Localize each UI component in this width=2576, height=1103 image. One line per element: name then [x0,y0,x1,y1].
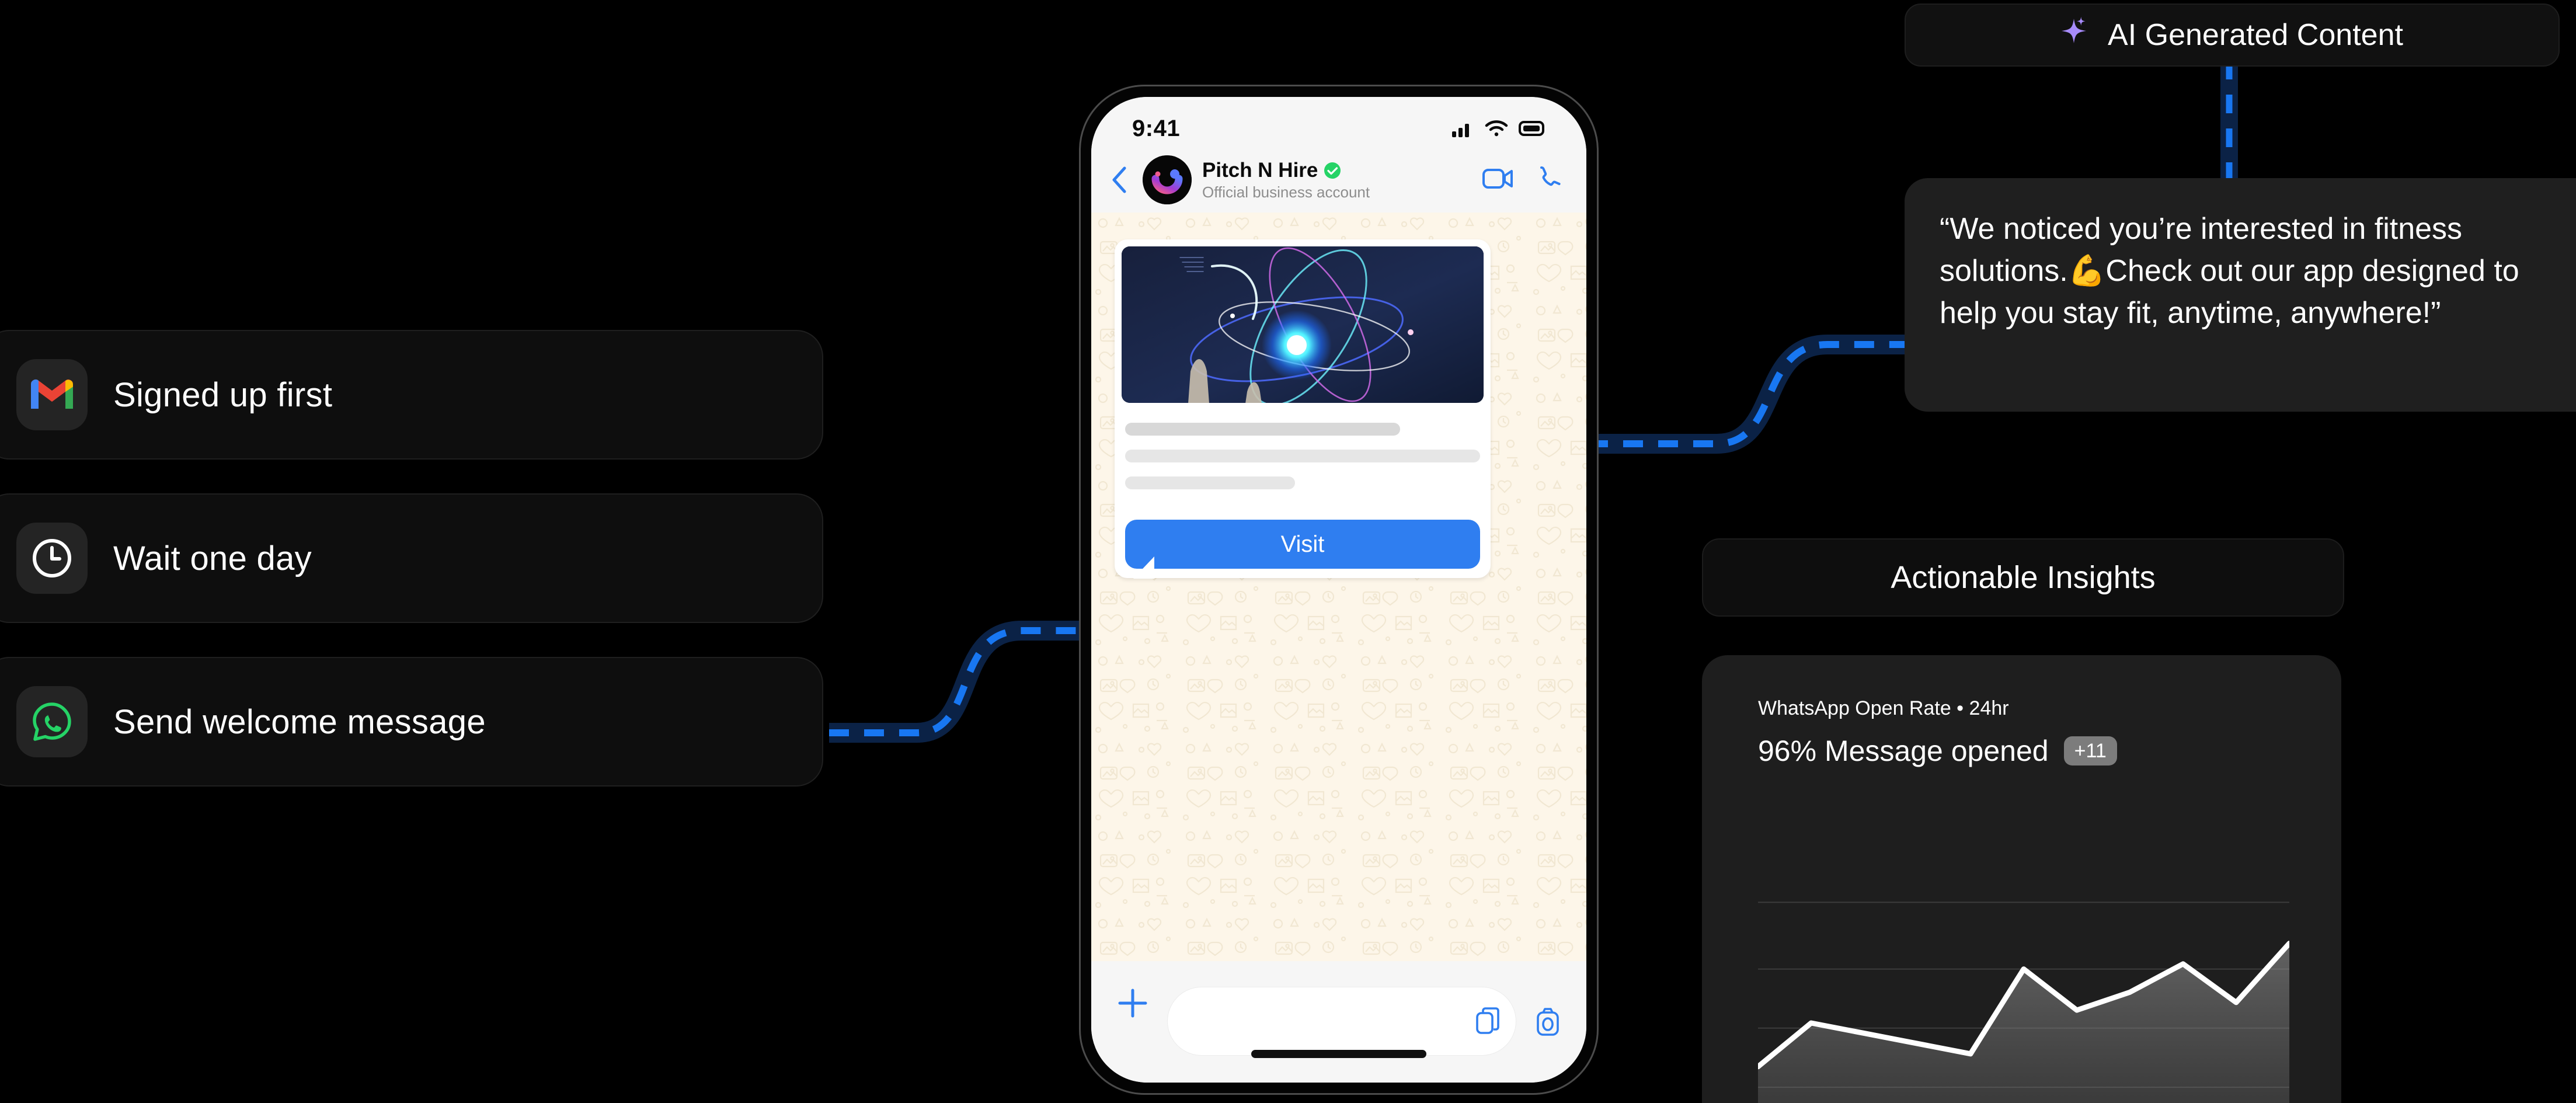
phone-screen: 9:41 Pitch N Hire Official business acco… [1091,97,1586,1083]
connector-phone-to-quote [1588,335,1915,454]
sparkle-icon [2062,16,2087,43]
connector-ai-header-to-quote [2220,61,2238,183]
flow-step-label: Send welcome message [113,702,486,741]
sticker-icon[interactable] [1476,1007,1501,1035]
video-call-icon[interactable] [1482,168,1514,193]
ai-generated-quote-card: “We noticed you’re interested in fitness… [1905,178,2576,412]
insights-metric-card: WhatsApp Open Rate • 24hr 96% Message op… [1702,655,2341,1103]
chat-contact-name: Pitch N Hire [1202,158,1318,182]
ai-generated-content-header: AI Generated Content [1905,4,2560,67]
home-indicator [1251,1050,1426,1058]
flow-step-signed-up-first[interactable]: Signed up first [0,330,823,460]
ai-generated-content-label: AI Generated Content [2108,18,2403,52]
visit-button[interactable]: Visit [1125,520,1480,569]
flow-step-send-welcome-message[interactable]: Send welcome message [0,657,823,787]
open-rate-area-chart [1758,902,2289,1103]
cellular-signal-icon [1452,124,1469,137]
avatar[interactable] [1143,155,1192,204]
status-bar: 9:41 [1091,97,1586,147]
clock-icon [16,523,88,594]
actionable-insights-label: Actionable Insights [1891,560,2156,595]
message-input[interactable] [1167,987,1516,1056]
verified-badge-icon [1324,162,1341,179]
plus-icon[interactable] [1116,987,1150,1020]
message-input-bar [1091,961,1586,1083]
canvas: Signed up first Wait one day Send welcom… [0,0,2576,1103]
metric-meta: WhatsApp Open Rate • 24hr [1758,697,2009,719]
gmail-icon [16,359,88,430]
chat-header: Pitch N Hire Official business account [1091,147,1586,213]
skeleton-line [1125,450,1480,462]
neon-atom-graphic [1122,246,1484,403]
chat-body: Visit [1091,213,1586,987]
status-badge: +11 [2063,736,2117,766]
camera-icon[interactable] [1534,987,1562,1056]
flow-step-label: Signed up first [113,375,333,414]
whatsapp-icon [16,686,88,757]
skeleton-line [1125,476,1296,489]
actionable-insights-header: Actionable Insights [1702,538,2344,617]
message-bubble: Visit [1115,239,1491,579]
metric-value: 96% Message opened [1758,735,2049,767]
battery-icon [1519,121,1544,136]
skeleton-line [1125,423,1401,436]
voice-call-icon[interactable] [1537,166,1562,194]
wifi-icon [1485,120,1508,137]
flow-step-wait-one-day[interactable]: Wait one day [0,493,823,623]
flow-step-label: Wait one day [113,539,312,577]
phone-mockup: 9:41 Pitch N Hire Official business acco… [1079,85,1599,1095]
status-bar-time: 9:41 [1132,115,1181,141]
chevron-left-icon[interactable] [1106,166,1132,193]
ai-generated-quote-text: “We noticed you’re interested in fitness… [1940,212,2519,330]
chat-contact-subtitle: Official business account [1202,183,1370,201]
connector-flow-to-phone [829,621,1098,743]
